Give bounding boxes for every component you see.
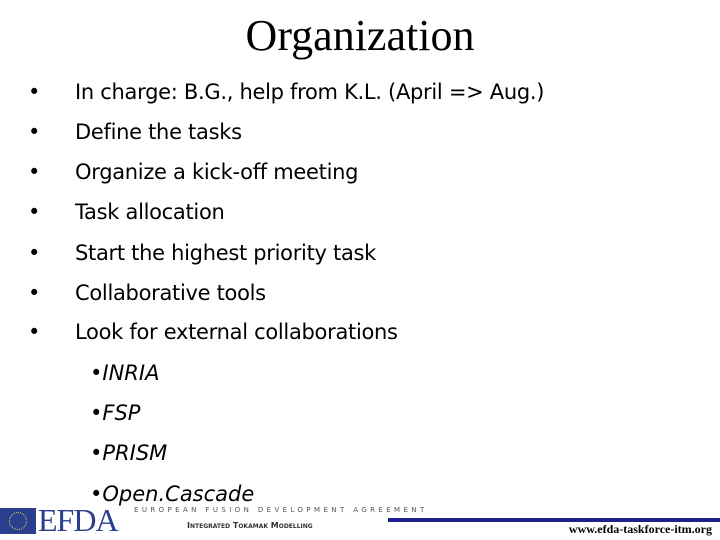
slide-title: Organization <box>245 11 475 60</box>
efda-logo: EFDA <box>38 502 119 538</box>
org-name: European Fusion Development Agreement <box>134 506 428 514</box>
bullet: • In charge: B.G., help from K.L. (April … <box>28 80 545 104</box>
footer-url: www.efda-taskforce-itm.org <box>568 522 712 536</box>
sub-bullet: •PRISM <box>90 441 168 465</box>
eu-flag-icon <box>0 508 36 534</box>
bullet: • Define the tasks <box>28 120 242 144</box>
sub-bullet: •FSP <box>90 401 141 425</box>
bullet: • Organize a kick-off meeting <box>28 160 359 184</box>
bullet: • Collaborative tools <box>28 281 266 305</box>
bullet: • Look for external collaborations <box>28 320 398 344</box>
bullet: • Start the highest priority task <box>28 241 377 265</box>
sub-bullet: •INRIA <box>90 361 160 385</box>
bullet: • Task allocation <box>28 200 225 224</box>
project-name: Integrated Tokamak Modelling <box>187 521 313 530</box>
